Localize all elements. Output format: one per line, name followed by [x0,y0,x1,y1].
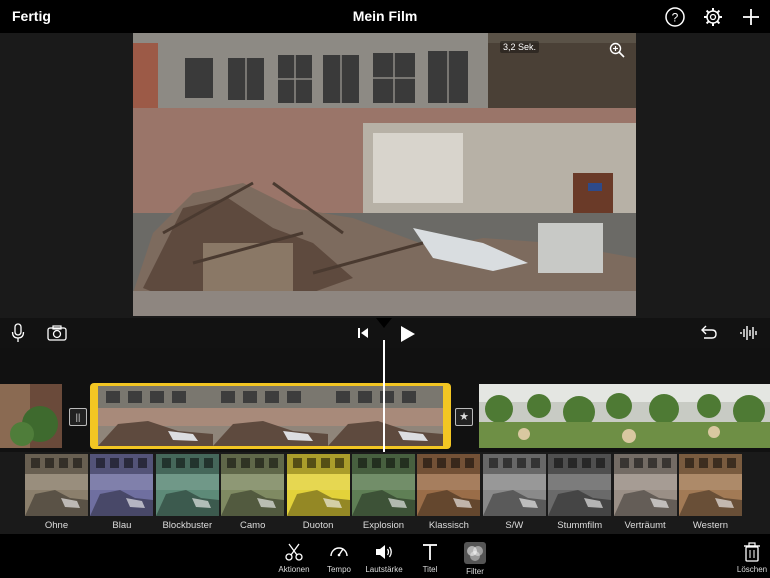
filter-thumbnail [90,454,154,516]
filter-label: Blau [112,520,132,531]
filter-thumbnail [417,454,481,516]
scissors-icon [285,543,303,561]
speedometer-icon [330,547,348,557]
skip-to-start-icon[interactable] [357,327,369,339]
titles-tool[interactable]: Titel [405,542,455,574]
filter-label: Camo [240,520,266,531]
filter-option[interactable]: S/W [482,454,546,531]
filter-tool[interactable]: Filter [450,542,500,576]
zoom-icon[interactable] [608,41,626,59]
top-bar: Fertig Mein Film ? [0,0,770,33]
filter-label: Klassisch [428,520,469,531]
project-title: Mein Film [352,8,418,24]
filter-icon [464,542,486,564]
volume-tool[interactable]: Lautstärke [359,542,409,574]
filter-thumbnail [286,454,350,516]
filter-option[interactable]: Verträumt [613,454,677,531]
preview-viewer: 3,2 Sek. [0,33,770,318]
timeline-clip[interactable] [0,384,62,448]
filter-label: Duoton [302,520,334,531]
filter-thumbnail [548,454,612,516]
actions-tool[interactable]: Aktionen [269,542,319,574]
timeline-clip[interactable] [479,384,770,448]
demolition-scene-image [133,33,636,316]
filter-thumbnail [25,454,88,516]
filter-label: Blockbuster [162,520,213,531]
favorite-star-icon[interactable]: ★ [455,408,473,426]
play-icon[interactable] [400,325,416,343]
filter-thumbnail [613,454,677,516]
filter-thumbnail [679,454,742,516]
selected-timeline-clip[interactable] [90,383,451,449]
gear-icon[interactable] [702,6,724,28]
filter-option[interactable]: Stummfilm [548,454,612,531]
trash-icon [744,542,760,562]
filter-thumbnail [482,454,546,516]
speed-tool[interactable]: Tempo [314,542,364,574]
playhead-marker [376,318,392,328]
audio-waveform-icon[interactable] [739,324,759,342]
filter-strip: Ohne Blau Blockbuster Camo Duoton Explosion Kl… [0,452,770,534]
video-preview[interactable]: 3,2 Sek. [133,33,636,316]
filter-label: Stummfilm [557,520,603,531]
clip-duration-label: 3,2 Sek. [500,41,540,53]
playhead-line[interactable] [383,340,385,454]
add-icon[interactable] [740,6,762,28]
filter-thumbnail [155,454,219,516]
filter-option[interactable]: Camo [221,454,285,531]
filter-thumbnail [352,454,415,516]
filter-option[interactable]: Blau [90,454,154,531]
camera-icon[interactable] [47,325,67,341]
filter-label: Verträumt [624,520,666,531]
filter-option[interactable]: Western [679,454,742,531]
filter-option[interactable]: Ohne [25,454,88,531]
filter-option[interactable]: Explosion [352,454,415,531]
bottom-toolbar: Aktionen Tempo Lautstärke Titel Filter L… [0,534,770,578]
svg-text:?: ? [672,11,679,25]
filter-label: Western [692,520,729,531]
undo-icon[interactable] [698,325,718,341]
filter-option[interactable]: Klassisch [417,454,481,531]
timeline[interactable]: || ★ [0,348,770,452]
delete-tool[interactable]: Löschen [727,542,770,574]
help-icon[interactable]: ? [664,6,686,28]
transition-button[interactable]: || [69,408,87,426]
filter-option[interactable]: Blockbuster [155,454,219,531]
filter-label: Explosion [362,520,405,531]
speaker-icon [376,545,392,559]
microphone-icon[interactable] [11,323,25,343]
filter-option[interactable]: Duoton [286,454,350,531]
filter-label: Ohne [44,520,69,531]
filter-thumbnail [221,454,285,516]
title-text-icon [423,544,437,560]
filter-label: S/W [505,520,524,531]
